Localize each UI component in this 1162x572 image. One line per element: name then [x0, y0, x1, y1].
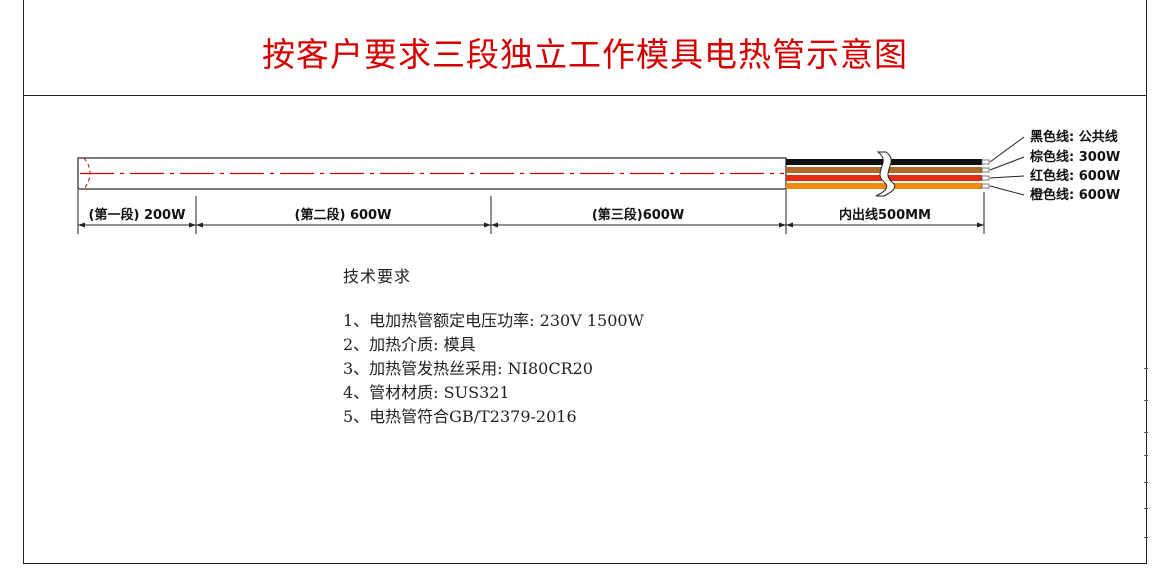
- requirement-item: 4、管材材质: SUS321: [343, 383, 510, 402]
- requirements-list: 1、电加热管额定电压功率: 230V 1500W 2、加热介质: 模具 3、加热…: [343, 309, 644, 429]
- wire-orange: [786, 183, 982, 189]
- lead-wires: [786, 151, 990, 197]
- dim-segment-2: (第二段) 600W: [295, 207, 392, 223]
- wire-leaders: [989, 136, 1025, 196]
- frame-tick: [1144, 455, 1148, 456]
- wire-label-brown: 棕色线: 300W: [1029, 149, 1120, 165]
- wire-label-black: 黑色线: 公共线: [1030, 129, 1118, 145]
- requirements-heading: 技术要求: [343, 267, 412, 286]
- frame-tick: [1144, 482, 1148, 483]
- frame-tick: [1144, 368, 1148, 369]
- requirement-item: 5、电热管符合GB/T2379-2016: [343, 407, 577, 426]
- wire-label-orange: 橙色线: 600W: [1030, 187, 1120, 203]
- frame-tick: [1144, 508, 1148, 509]
- requirement-item: 3、加热管发热丝采用: NI80CR20: [343, 359, 593, 378]
- break-symbol: [875, 151, 896, 197]
- dim-lead-length: 内出线500MM: [839, 207, 931, 223]
- frame-tick: [1144, 432, 1148, 433]
- dim-segment-3: (第三段)600W: [592, 207, 684, 223]
- requirement-item: 2、加热介质: 模具: [343, 335, 476, 354]
- frame-tick: [1144, 400, 1148, 401]
- dim-segment-1: (第一段) 200W: [89, 207, 186, 223]
- requirement-item: 1、电加热管额定电压功率: 230V 1500W: [343, 311, 645, 330]
- wire-label-red: 红色线: 600W: [1030, 168, 1120, 184]
- frame-tick: [1144, 537, 1148, 538]
- technical-requirements: 技术要求 1、电加热管额定电压功率: 230V 1500W 2、加热介质: 模具…: [343, 263, 644, 429]
